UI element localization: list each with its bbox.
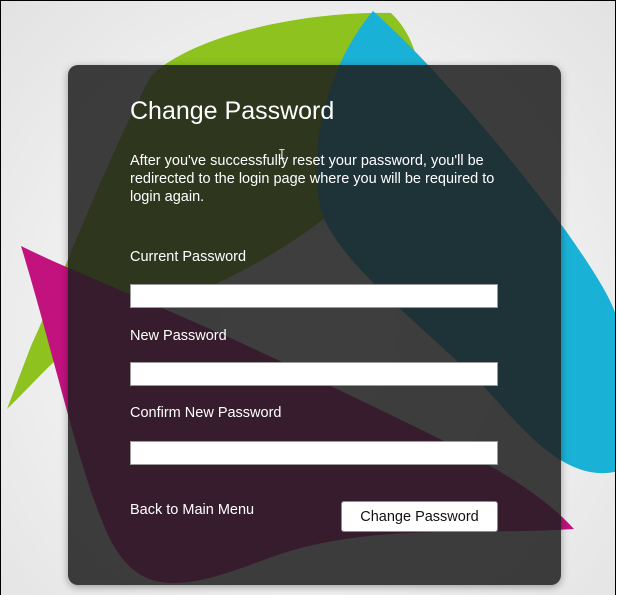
instructions-text: After you've successfully reset your pas…: [130, 153, 495, 205]
current-password-label: Current Password: [130, 249, 247, 265]
page-frame: Change Password I After you've successfu…: [0, 0, 616, 595]
confirm-password-input[interactable]: [130, 441, 498, 465]
back-to-main-menu-link[interactable]: Back to Main Menu: [130, 502, 254, 518]
current-password-input[interactable]: [130, 284, 498, 308]
change-password-card: Change Password I After you've successfu…: [68, 65, 561, 585]
confirm-password-label: Confirm New Password: [130, 405, 282, 421]
page-title: Change Password: [130, 97, 335, 125]
new-password-label: New Password: [130, 328, 227, 344]
new-password-input[interactable]: [130, 362, 498, 386]
change-password-button[interactable]: Change Password: [341, 501, 498, 532]
